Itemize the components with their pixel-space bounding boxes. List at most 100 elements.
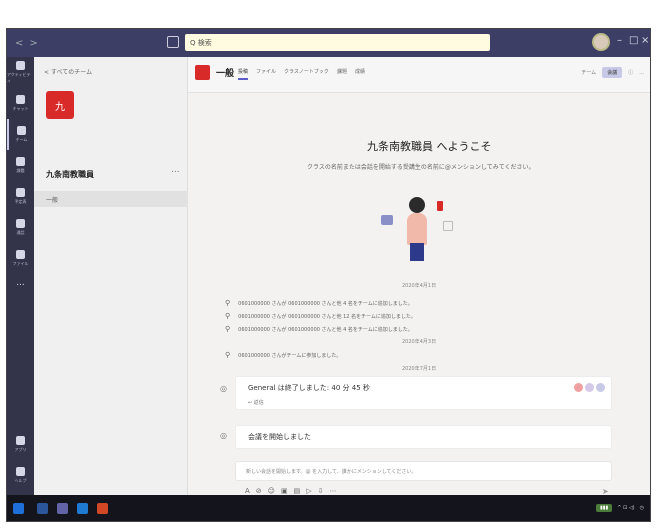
member-join-icon: ⚲ — [225, 351, 231, 359]
stream-icon[interactable]: ⇩ — [318, 487, 324, 495]
rail-item-assignments[interactable]: 課題 — [7, 150, 34, 181]
minimize-icon[interactable]: – — [617, 35, 622, 46]
system-tray: ▮▮▮ ^ ⊡ ◁) ◷ — [596, 504, 644, 512]
rail-bottom: アプリ ヘルプ — [7, 429, 34, 491]
emoji-icon[interactable]: ☺ — [268, 487, 275, 495]
sticker-icon[interactable]: ▤ — [294, 487, 301, 495]
team-avatar: 九 — [46, 91, 74, 119]
tab-grades[interactable]: 成績 — [355, 68, 365, 80]
more-apps-icon[interactable]: ... — [7, 278, 34, 288]
format-icon[interactable]: A — [245, 487, 250, 495]
reply-link[interactable]: ↩ 返信 — [248, 399, 264, 406]
attach-icon[interactable]: ⊘ — [256, 487, 262, 495]
meet-button[interactable]: 会議 — [602, 67, 623, 78]
post-title: General は終了しました: 40 分 45 秒 — [248, 384, 370, 392]
tab-posts[interactable]: 投稿 — [238, 68, 249, 80]
edge-icon[interactable] — [77, 503, 88, 514]
teams-taskbar-icon[interactable] — [57, 503, 68, 514]
search-input[interactable]: Q 検索 — [185, 34, 490, 51]
member-add-icon: ⚲ — [225, 312, 231, 320]
card-shape — [443, 221, 453, 231]
rail-label: チーム — [15, 137, 28, 142]
header-more-icon[interactable]: ... — [639, 70, 644, 76]
all-teams-link[interactable]: < すべてのチーム — [34, 57, 187, 76]
date-divider: 2020年7月1日 — [402, 366, 437, 372]
chat-icon — [16, 95, 25, 104]
log-text: 0601000000 さんが 0601000000 さんと他 12 名をチームに… — [238, 313, 416, 320]
figure-head — [409, 197, 425, 213]
rail-item-teams[interactable]: チーム — [7, 119, 34, 150]
post-card[interactable]: General は終了しました: 40 分 45 秒 ↩ 返信 — [235, 376, 612, 410]
rail-label: ヘルプ — [14, 478, 27, 483]
tab-files[interactable]: ファイル — [256, 68, 276, 80]
bell-icon — [16, 61, 25, 70]
rail-label: チャット — [12, 106, 29, 111]
app-icon[interactable] — [97, 503, 108, 514]
participant-avatars — [574, 383, 605, 392]
search-placeholder: Q 検索 — [190, 38, 212, 47]
back-arrow-icon[interactable]: < — [15, 38, 23, 49]
member-add-icon: ⚲ — [225, 325, 231, 333]
log-text: 0601000000 さんがチームに参加しました。 — [238, 352, 342, 359]
compose-toolbar: A ⊘ ☺ ▣ ▤ ▷ ⇩ ⋯ — [245, 487, 337, 495]
channel-badge — [195, 65, 210, 80]
maximize-icon[interactable]: □ — [629, 35, 638, 46]
meeting-icon: ◎ — [220, 431, 227, 440]
forward-arrow-icon[interactable]: > — [29, 38, 37, 49]
info-icon[interactable]: ⓘ — [628, 69, 633, 76]
nav-arrows[interactable]: < > — [7, 38, 157, 49]
user-avatar[interactable] — [592, 33, 610, 51]
start-icon[interactable] — [13, 503, 24, 514]
more-options-icon[interactable]: ⋯ — [330, 487, 337, 495]
compose-box[interactable]: 新しい会話を開始します。@ を入力して、誰かにメンションしてください。 — [235, 461, 612, 481]
apps-icon — [16, 436, 25, 445]
team-button[interactable]: チーム — [581, 69, 596, 76]
avatar — [596, 383, 605, 392]
team-name[interactable]: 九条南教職員 — [46, 169, 94, 180]
teams-window: < > Q 検索 – □ × アクティビティ チャット チーム 課題 予定表 通… — [6, 28, 651, 522]
card-shape — [381, 215, 393, 225]
tab-assignments[interactable]: 課題 — [337, 68, 347, 80]
avatar — [574, 383, 583, 392]
team-panel: < すべてのチーム 九 九条南教職員 ... 一般 — [34, 57, 188, 495]
rail-item-files[interactable]: ファイル — [7, 243, 34, 274]
app-rail: アクティビティ チャット チーム 課題 予定表 通話 ファイル ... アプリ … — [7, 57, 34, 495]
rail-item-apps[interactable]: アプリ — [7, 429, 34, 460]
assignments-icon — [16, 157, 25, 166]
header-actions: チーム 会議 ⓘ ... — [581, 67, 644, 78]
rail-item-chat[interactable]: チャット — [7, 88, 34, 119]
rail-item-calls[interactable]: 通話 — [7, 212, 34, 243]
compose-icon[interactable] — [167, 36, 179, 48]
tab-class-notebook[interactable]: クラスノートブック — [284, 68, 329, 80]
channel-title: 一般 — [216, 69, 235, 79]
rail-item-help[interactable]: ヘルプ — [7, 460, 34, 491]
log-text: 0601000000 さんが 0601000000 さんと他 4 名をチームに追… — [238, 326, 413, 333]
clock-icon[interactable]: ◷ — [640, 505, 644, 511]
file-icon — [16, 250, 25, 259]
figure-body — [407, 213, 427, 245]
tray-status-badge[interactable]: ▮▮▮ — [596, 504, 613, 512]
log-line: ⚲ 0601000000 さんがチームに参加しました。 — [225, 351, 341, 359]
team-more-icon[interactable]: ... — [171, 165, 180, 175]
close-icon[interactable]: × — [641, 35, 649, 46]
post-card[interactable]: 会議を開始しました — [235, 425, 612, 449]
meeting-icon: ◎ — [220, 384, 227, 393]
teams-icon — [17, 126, 26, 135]
tray-icons[interactable]: ^ ⊡ ◁) — [617, 505, 634, 511]
rail-item-calendar[interactable]: 予定表 — [7, 181, 34, 212]
log-line: ⚲ 0601000000 さんが 0601000000 さんと他 4 名をチーム… — [225, 325, 413, 333]
rail-item-activity[interactable]: アクティビティ — [7, 57, 34, 88]
member-add-icon: ⚲ — [225, 299, 231, 307]
log-line: ⚲ 0601000000 さんが 0601000000 さんと他 4 名をチーム… — [225, 299, 413, 307]
log-text: 0601000000 さんが 0601000000 さんと他 4 名をチームに追… — [238, 300, 413, 307]
avatar — [585, 383, 594, 392]
channel-item-general[interactable]: 一般 — [34, 191, 188, 207]
rail-label: ファイル — [12, 261, 29, 266]
gif-icon[interactable]: ▣ — [281, 487, 288, 495]
date-divider: 2020年4月3日 — [402, 339, 437, 345]
calendar-icon — [16, 188, 25, 197]
welcome-title: 九条南教職員 へようこそ — [367, 140, 492, 153]
word-icon[interactable] — [37, 503, 48, 514]
meet-now-icon[interactable]: ▷ — [306, 487, 311, 495]
rail-label: 課題 — [16, 168, 25, 173]
